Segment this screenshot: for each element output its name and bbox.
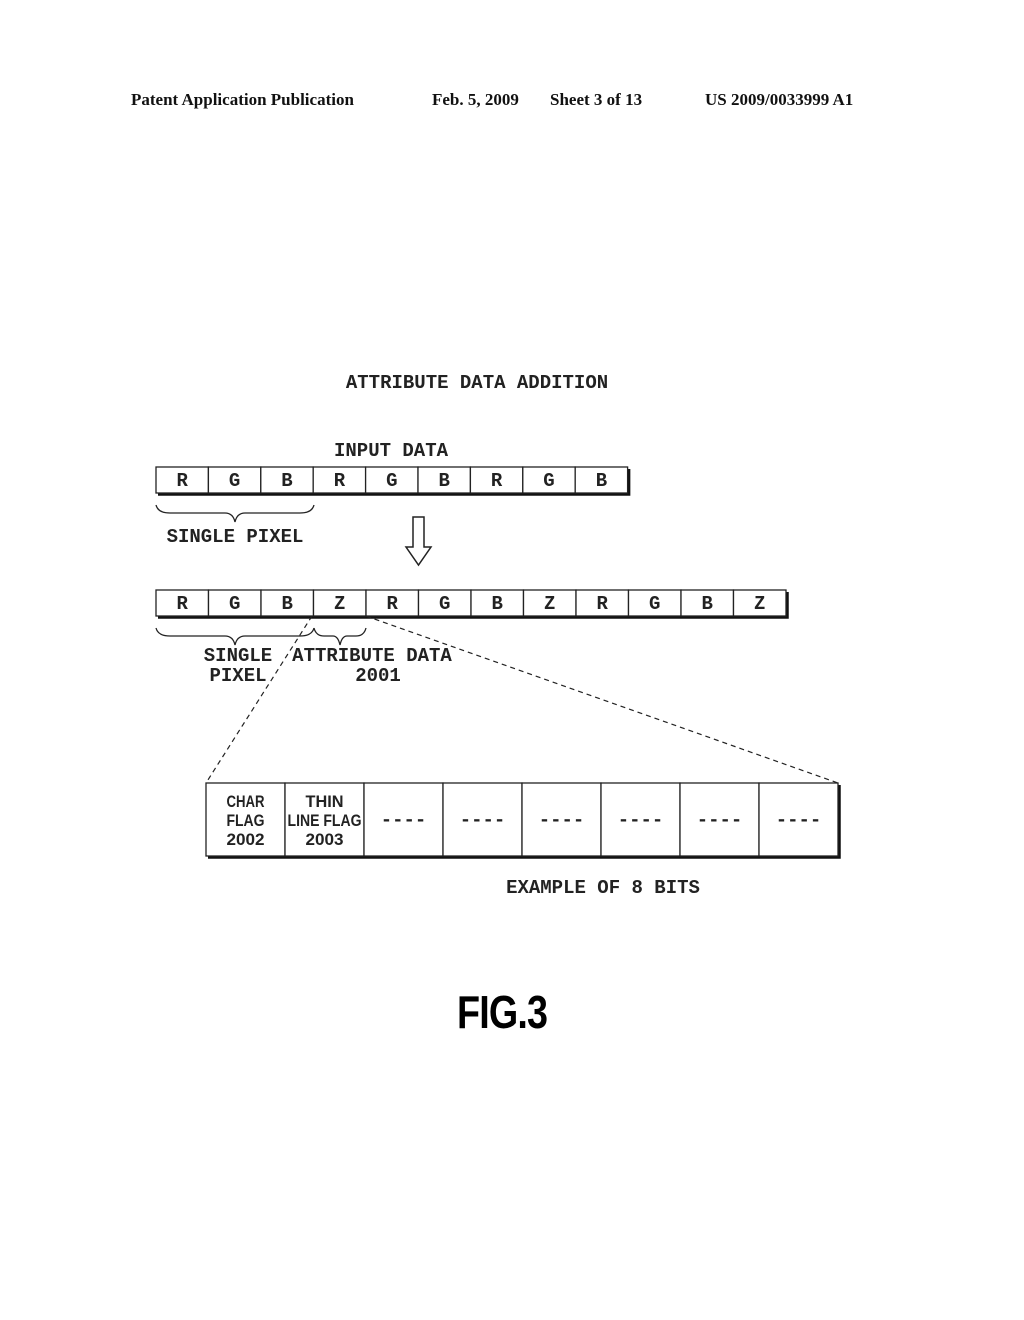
figure-label: FIG.3 [457,986,548,1038]
output-cell-label: G [229,593,240,615]
input-data-row: RGBRGBRGB [155,466,631,496]
input-cell-label: B [596,470,607,492]
output-cell-label: Z [544,593,555,615]
output-cell-label: Z [334,593,345,615]
output-cell-label: G [439,593,450,615]
output-cell-label: R [177,593,189,615]
expansion-line-left [205,615,313,784]
output-cell-label: R [597,593,609,615]
diagram-title: ATTRIBUTE DATA ADDITION [346,372,608,394]
input-cell-label: R [334,470,346,492]
input-data-label: INPUT DATA [334,440,449,462]
single-pixel-brace [155,504,315,523]
attribute-data-diagram: ATTRIBUTE DATA ADDITION INPUT DATA R G B R G… [155,372,841,899]
bit-cell-label: LINE FLAG [288,811,362,830]
bit-cell-placeholder: ---- [618,810,664,832]
output-cell-label: G [649,593,660,615]
bit-cell-placeholder: ---- [460,810,506,832]
attribute-data-ref: 2001 [355,665,401,687]
bit-cell-label: FLAG [227,811,265,830]
output-cell-label: B [282,593,293,615]
output-data-row: RGBZRGBZRGBZ [155,589,789,619]
bit-cell-label: THIN [306,792,344,811]
bit-cell-label: CHAR [227,792,265,811]
down-arrow-icon [404,516,433,567]
expansion-line-right [365,615,839,784]
output-cell-label: B [702,593,713,615]
input-cell-label: B [281,470,292,492]
attribute-data-label: ATTRIBUTE DATA [292,645,452,667]
output-cell-label: B [492,593,503,615]
single-pixel-brace-output [155,627,315,646]
bit-cell-placeholder: ---- [381,810,427,832]
attribute-bits-row: CHARFLAG2002 THINLINE FLAG2003 ---- ---- ---… [205,782,841,859]
output-cell-label: R [387,593,399,615]
bit-cell-placeholder: ---- [539,810,585,832]
input-cell-label: R [491,470,503,492]
input-cell-label: G [229,470,240,492]
attribute-data-brace [313,627,367,646]
bit-cell-label: 2003 [306,830,344,849]
bits-caption: EXAMPLE OF 8 BITS [506,877,700,899]
bit-cell-placeholder: ---- [776,810,822,832]
single-pixel-label-line2: PIXEL [209,665,266,687]
bit-cell-label: 2002 [227,830,265,849]
input-cell-label: G [386,470,397,492]
input-cell-label: B [438,470,449,492]
input-cell-label: R [176,470,188,492]
input-cell-label: G [543,470,554,492]
single-pixel-label-line1: SINGLE [204,645,272,667]
single-pixel-label: SINGLE PIXEL [167,526,304,548]
output-cell-label: Z [754,593,765,615]
bit-cell-placeholder: ---- [697,810,743,832]
